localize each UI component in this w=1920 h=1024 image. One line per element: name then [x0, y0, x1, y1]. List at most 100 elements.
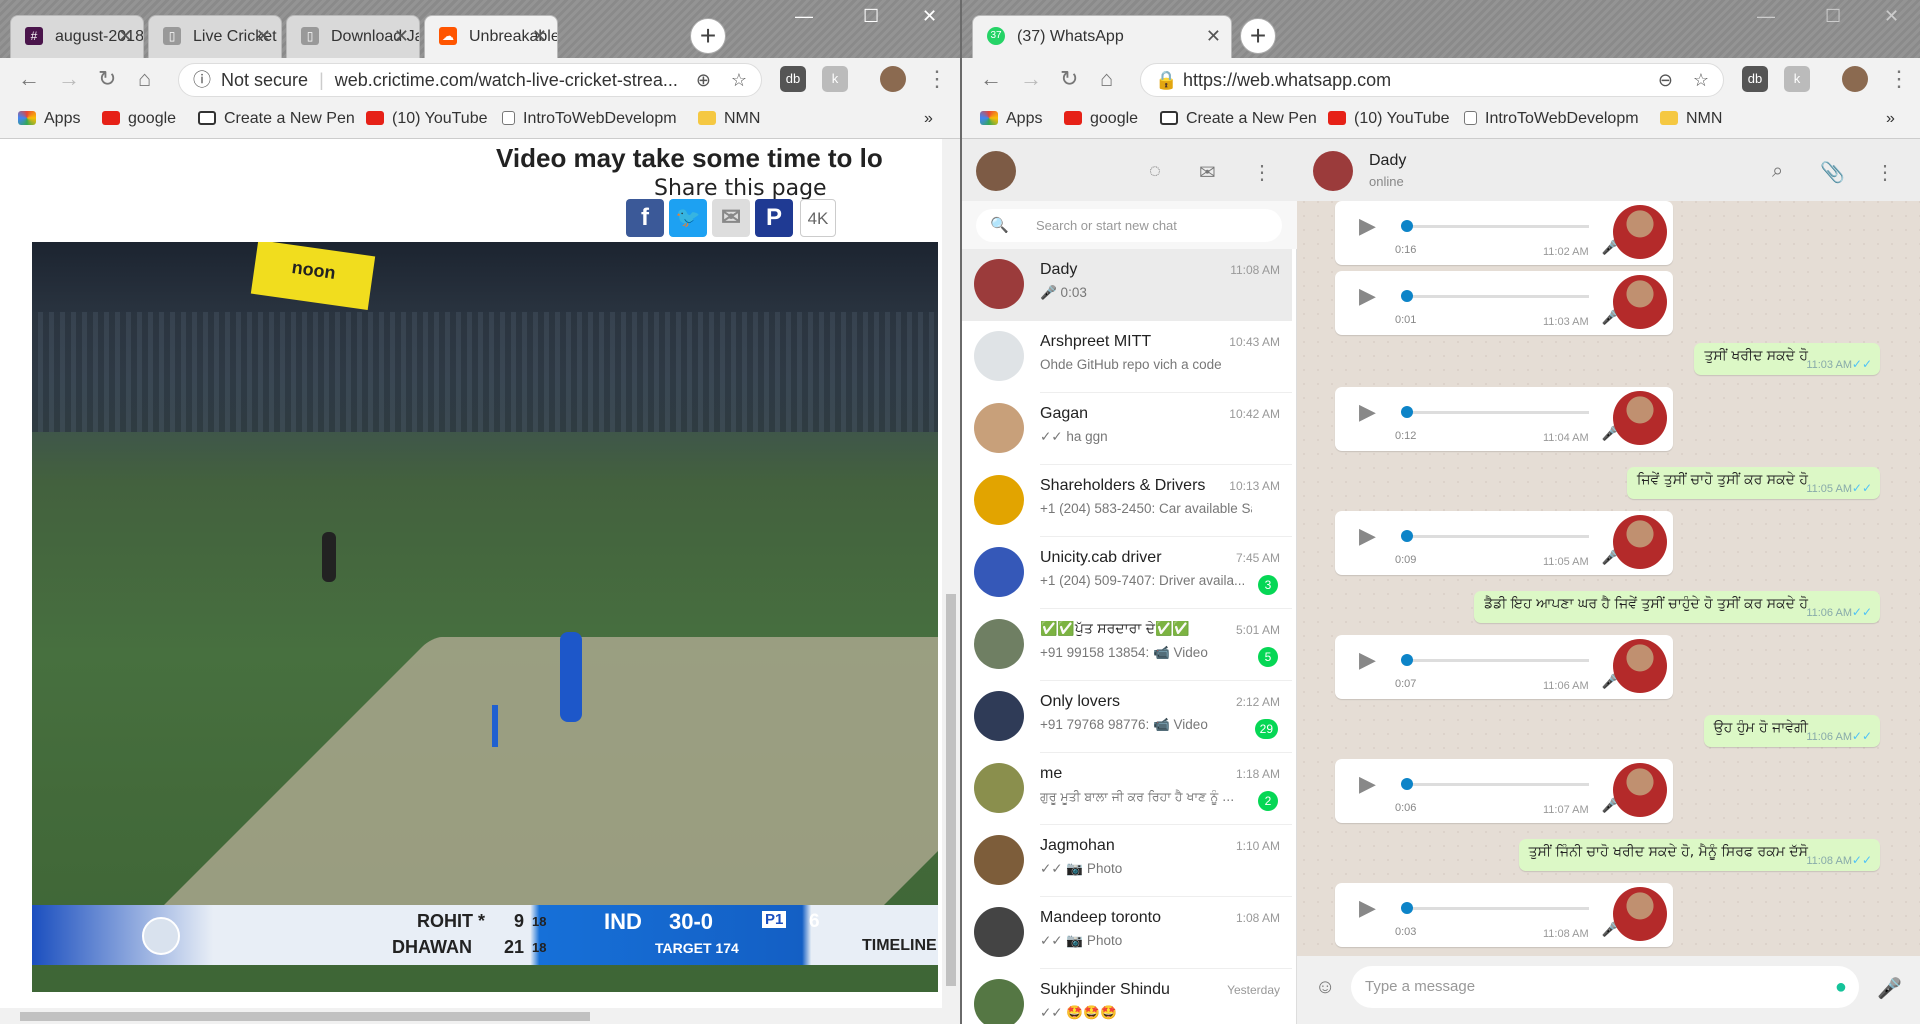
menu-icon[interactable]: ⋮ [1888, 66, 1910, 92]
seek-handle[interactable] [1401, 902, 1413, 914]
extension-db-icon[interactable]: db [1742, 66, 1768, 92]
chat-item-unicity[interactable]: Unicity.cab driver 7:45 AM +1 (204) 509-74… [962, 537, 1292, 609]
bookmarks-more[interactable]: » [924, 110, 933, 128]
tab-august-2018[interactable]: # august-2018 ✕ [10, 15, 144, 58]
twitter-share-button[interactable]: 🐦 [669, 199, 707, 237]
status-icon[interactable]: ◌ [1149, 160, 1161, 183]
voice-message[interactable]: ▶ 0:16 11:02 AM 🎤 [1335, 201, 1673, 265]
close-icon[interactable]: ✕ [1206, 26, 1221, 47]
profile-avatar[interactable] [880, 66, 906, 92]
search-input[interactable]: 🔍 Search or start new chat [976, 209, 1282, 242]
grammarly-icon[interactable]: ● [1835, 966, 1847, 1008]
close-icon[interactable]: ✕ [394, 26, 409, 47]
forward-icon[interactable]: → [58, 66, 80, 92]
voice-message[interactable]: ▶ 0:03 11:08 AM 🎤 [1335, 883, 1673, 947]
play-icon[interactable]: ▶ [1359, 771, 1376, 797]
bookmarks-more[interactable]: » [1886, 110, 1895, 128]
reload-icon[interactable]: ↻ [1060, 66, 1078, 92]
video-player[interactable]: noon ROHIT * 9 18 DHAWAN 21 18 IND 30-0 … [32, 242, 938, 992]
new-chat-icon[interactable]: ✉ [1199, 160, 1216, 185]
chat-item-mandeep[interactable]: Mandeep toronto 1:08 AM ✓✓ 📷 Photo [962, 897, 1292, 969]
zoom-icon[interactable]: ⊕ [696, 64, 711, 96]
menu-icon[interactable]: ⋮ [1252, 160, 1272, 185]
play-icon[interactable]: ▶ [1359, 283, 1376, 309]
play-icon[interactable]: ▶ [1359, 213, 1376, 239]
reload-icon[interactable]: ↻ [98, 66, 116, 92]
seek-handle[interactable] [1401, 220, 1413, 232]
menu-icon[interactable]: ⋮ [926, 66, 948, 92]
bookmark-apps[interactable]: Apps [18, 110, 80, 128]
star-icon[interactable]: ☆ [731, 64, 747, 96]
my-avatar[interactable] [976, 151, 1016, 191]
profile-avatar[interactable] [1842, 66, 1868, 92]
voice-message[interactable]: ▶ 0:07 11:06 AM 🎤 [1335, 635, 1673, 699]
extension-db-icon[interactable]: db [780, 66, 806, 92]
extension-k-icon[interactable]: k [822, 66, 848, 92]
extension-k-icon[interactable]: k [1784, 66, 1810, 92]
bookmark-apps[interactable]: Apps [980, 110, 1042, 128]
star-icon[interactable]: ☆ [1693, 64, 1709, 96]
forward-icon[interactable]: → [1020, 66, 1042, 92]
play-icon[interactable]: ▶ [1359, 399, 1376, 425]
seek-handle[interactable] [1401, 290, 1413, 302]
chat-item-shareholders[interactable]: Shareholders & Drivers 10:13 AM +1 (204) 5… [962, 465, 1292, 537]
close-window-icon[interactable]: ✕ [1884, 6, 1899, 27]
voice-message[interactable]: ▶ 0:09 11:05 AM 🎤 [1335, 511, 1673, 575]
p-share-button[interactable]: P [755, 199, 793, 237]
bookmark-codepen[interactable]: Create a New Pen [198, 110, 355, 128]
mic-icon[interactable]: 🎤 [1877, 976, 1902, 1001]
maximize-icon[interactable]: ☐ [1825, 6, 1841, 27]
vertical-scroll-thumb[interactable] [946, 594, 956, 986]
voice-message[interactable]: ▶ 0:01 11:03 AM 🎤 [1335, 271, 1673, 335]
chat-item-me[interactable]: me 1:18 AM ਗੁਰੂ ਮੂਤੀ ਬਾਲਾ ਜੀ ਕਰ ਰਿਹਾ ਹੈ ਖਾ… [962, 753, 1292, 825]
minimize-icon[interactable]: — [795, 6, 813, 27]
search-icon[interactable]: ⌕ [1772, 160, 1783, 183]
bookmark-youtube[interactable]: (10) YouTube [1328, 110, 1449, 128]
tab-unbreakable[interactable]: ☁ Unbreakable ✕ [424, 15, 558, 58]
address-bar[interactable]: 🔒 https://web.whatsapp.com ⊖ ☆ [1140, 63, 1724, 97]
tab-whatsapp[interactable]: 37 (37) WhatsApp ✕ [972, 15, 1232, 58]
back-icon[interactable]: ← [18, 66, 40, 92]
seek-handle[interactable] [1401, 778, 1413, 790]
tab-live-cricket[interactable]: ▯ Live Cricket S ✕ [148, 15, 282, 58]
new-tab-button[interactable]: + [690, 18, 726, 54]
horizontal-scroll-thumb[interactable] [20, 1012, 590, 1021]
play-icon[interactable]: ▶ [1359, 647, 1376, 673]
email-share-button[interactable]: ✉ [712, 199, 750, 237]
message-input[interactable]: Type a message ● [1351, 966, 1859, 1008]
maximize-icon[interactable]: ☐ [863, 6, 879, 27]
bookmark-google[interactable]: google [1064, 110, 1138, 128]
chat-item-dady[interactable]: Dady 11:08 AM 🎤 0:03 [962, 249, 1292, 321]
menu-icon[interactable]: ⋮ [1875, 160, 1895, 185]
facebook-share-button[interactable]: f [626, 199, 664, 237]
minimize-icon[interactable]: — [1757, 6, 1775, 27]
bookmark-codepen[interactable]: Create a New Pen [1160, 110, 1317, 128]
seek-handle[interactable] [1401, 654, 1413, 666]
back-icon[interactable]: ← [980, 66, 1002, 92]
new-tab-button[interactable]: + [1240, 18, 1276, 54]
chat-item-gagan[interactable]: Gagan 10:42 AM ✓✓ ha ggn [962, 393, 1292, 465]
close-window-icon[interactable]: ✕ [922, 6, 937, 27]
chat-item-arshpreet[interactable]: Arshpreet MITT 10:43 AM Ohde GitHub repo v… [962, 321, 1292, 393]
bookmark-introtoweb[interactable]: IntroToWebDevelopm [1464, 110, 1639, 128]
seek-handle[interactable] [1401, 530, 1413, 542]
bookmark-nmn[interactable]: NMN [698, 110, 760, 128]
chat-item-putt-sardara[interactable]: ✅✅ਪੁੱਤ ਸਰਦਾਰਾ ਦੇ✅✅ 5:01 AM +91 99158 13854… [962, 609, 1292, 681]
tab-download[interactable]: ▯ Download Ja ✕ [286, 15, 420, 58]
bookmark-youtube[interactable]: (10) YouTube [366, 110, 487, 128]
conversation-header[interactable]: Dady online ⌕ 📎 ⋮ [1297, 139, 1920, 201]
emoji-icon[interactable]: ☺ [1315, 976, 1335, 999]
home-icon[interactable]: ⌂ [1100, 66, 1113, 92]
contact-avatar[interactable] [1313, 151, 1353, 191]
bookmark-google[interactable]: google [102, 110, 176, 128]
play-icon[interactable]: ▶ [1359, 895, 1376, 921]
attach-icon[interactable]: 📎 [1820, 160, 1845, 185]
close-icon[interactable]: ✕ [532, 26, 547, 47]
chat-item-jagmohan[interactable]: Jagmohan 1:10 AM ✓✓ 📷 Photo [962, 825, 1292, 897]
play-icon[interactable]: ▶ [1359, 523, 1376, 549]
close-icon[interactable]: ✕ [256, 26, 271, 47]
close-icon[interactable]: ✕ [118, 26, 133, 47]
voice-message[interactable]: ▶ 0:06 11:07 AM 🎤 [1335, 759, 1673, 823]
chat-item-sukhjinder[interactable]: Sukhjinder Shindu Yesterday ✓✓ 🤩🤩🤩 [962, 969, 1292, 1024]
chat-item-only-lovers[interactable]: Only lovers 2:12 AM +91 79768 98776: 📹 Vid… [962, 681, 1292, 753]
